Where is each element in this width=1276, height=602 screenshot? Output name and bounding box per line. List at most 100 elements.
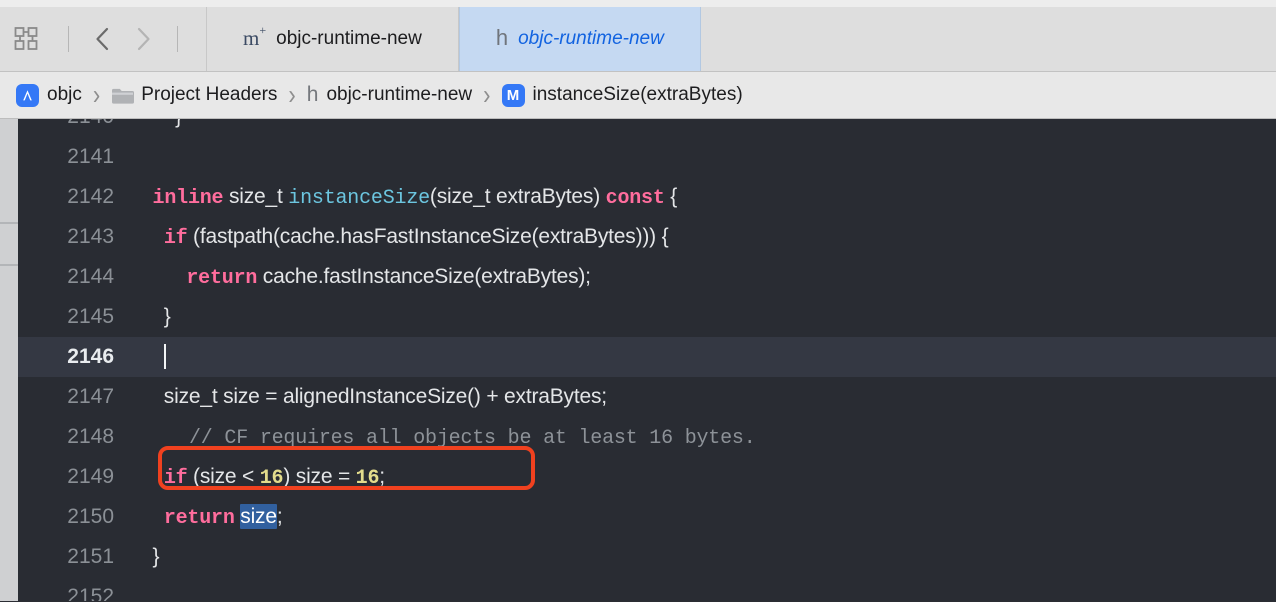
code-token-kw: if [163,226,188,250]
code-line[interactable]: 2141 [18,137,1276,177]
tab-objc-runtime-new-h[interactable]: h objc-runtime-new [458,0,701,71]
toolbar-divider-left [68,25,69,52]
breadcrumb-item-folder[interactable]: Project Headers [111,84,277,106]
line-number: 2150 [67,505,114,528]
line-number: 2147 [67,385,114,408]
code-token-kw: const [605,186,665,210]
code-line[interactable]: 2144 return cache.fastInstanceSize(extra… [18,257,1276,297]
rail-tick [0,222,18,224]
line-number: 2149 [67,465,114,488]
header-file-icon: h [495,24,509,50]
line-number: 2146 [67,345,114,368]
breadcrumb-item-symbol[interactable]: M instanceSize(extraBytes) [501,83,743,107]
editor-left-rail[interactable] [0,119,18,601]
code-token-kw: inline [152,186,224,210]
code-text[interactable] [130,343,1276,370]
tab-objc-runtime-new-mm[interactable]: m+ objc-runtime-new [206,0,459,71]
header-file-icon: h [306,83,319,106]
code-text[interactable]: } [130,305,1276,329]
code-text[interactable]: size_t size = alignedInstanceSize() + ex… [130,385,1276,409]
xcode-project-icon [16,83,39,107]
breadcrumb-separator-icon: › [483,78,491,110]
code-line[interactable]: 2143 if (fastpath(cache.hasFastInstanceS… [18,217,1276,257]
code-token-plain: } [130,545,160,568]
code-token-plain: ) size = [283,464,356,488]
line-number: 2144 [67,265,114,288]
code-content[interactable]: 2140 } 2141 2142 inline size_t instanceSiz… [18,119,1276,601]
tab-label: objc-runtime-new [518,27,664,49]
code-text[interactable]: inline size_t instanceSize(size_t extraB… [130,185,1276,210]
line-number: 2140 [18,119,130,129]
navigate-forward-button[interactable] [130,24,156,54]
related-items-icon[interactable] [14,26,40,52]
line-number: 2141 [67,145,114,168]
objc-mm-file-icon: m+ [243,24,266,50]
code-text[interactable]: if (fastpath(cache.hasFastInstanceSize(e… [130,225,1276,250]
code-token-sel: size [240,503,277,529]
navigate-back-button[interactable] [90,24,116,54]
code-line[interactable]: 2145 } [18,297,1276,337]
tab-label: objc-runtime-new [276,27,422,49]
code-token-plain: (size_t extraBytes) [429,184,606,208]
code-line[interactable]: 2140 } [18,119,1276,137]
tab-bar: m+ objc-runtime-new h objc-runtime-new [0,0,1276,72]
code-line[interactable]: 2151 } [18,537,1276,577]
code-text[interactable]: } [130,545,1276,569]
code-text[interactable]: return size; [130,503,1276,530]
method-symbol-icon: M [501,83,525,107]
code-text[interactable]: // CF requires all objects be at least 1… [130,425,1276,450]
breadcrumb-label: objc-runtime-new [326,84,473,105]
code-text[interactable]: return cache.fastInstanceSize(extraBytes… [130,265,1276,290]
breadcrumb-separator-icon: › [92,78,101,110]
code-token-cmt: // CF requires all objects be at least 1… [130,426,756,450]
editor-tabs: m+ objc-runtime-new h objc-runtime-new [206,0,701,71]
code-token-plain: size_t [223,184,289,208]
breadcrumb-item-project[interactable]: objc [16,83,82,107]
code-token-plain: } [130,305,171,328]
code-token-plain: ; [379,464,385,488]
navigation-cluster [0,0,192,71]
folder-icon [111,86,135,104]
breadcrumb-label: Project Headers [141,84,278,105]
code-line[interactable]: 2152 [18,577,1276,601]
breadcrumb-item-file[interactable]: h objc-runtime-new [307,83,472,107]
file-icon-glyph: m [243,25,260,50]
breadcrumb: objc › Project Headers › h objc-runtime-… [0,72,1276,119]
code-token-plain: (fastpath(cache.hasFastInstanceSize(extr… [187,224,669,248]
breadcrumb-separator-icon: › [288,78,296,110]
code-token-plain: { [664,184,678,208]
code-token-plain: size_t size = alignedInstanceSize() + ex… [130,385,607,408]
line-number: 2142 [67,185,114,208]
code-token-kw: if [163,466,188,490]
code-line[interactable]: 2148 // CF requires all objects be at le… [18,417,1276,457]
breadcrumb-label: objc [47,84,82,105]
code-token-plain: ; [276,504,283,528]
rail-tick [0,264,18,266]
line-number: 2152 [67,585,114,601]
code-text[interactable]: if (size < 16) size = 16; [130,465,1276,490]
source-editor[interactable]: 2140 } 2141 2142 inline size_t instanceSiz… [0,119,1276,601]
line-number: 2145 [67,305,114,328]
code-token-fn: instanceSize [288,186,430,210]
line-number: 2148 [67,425,114,448]
code-text[interactable]: } [130,119,1276,129]
code-token-plain: } [130,119,182,128]
code-line[interactable]: 2142 inline size_t instanceSize(size_t e… [18,177,1276,217]
code-token-num: 16 [259,466,284,490]
code-line[interactable]: 2149 if (size < 16) size = 16; [18,457,1276,497]
code-lines: 2140 } 2141 2142 inline size_t instanceSiz… [18,119,1276,601]
breadcrumb-label: instanceSize(extraBytes) [532,84,743,105]
code-token-plain: (size < [187,464,260,488]
code-token-kw: return [186,266,258,290]
toolbar-divider-right [177,25,178,52]
text-cursor [163,343,166,369]
code-line[interactable]: 2146 [18,337,1276,377]
code-token-plain: cache.fastInstanceSize(extraBytes); [257,264,591,288]
xcode-editor-window: m+ objc-runtime-new h objc-runtime-new o… [0,0,1276,602]
code-line[interactable]: 2147 size_t size = alignedInstanceSize()… [18,377,1276,417]
file-icon-superscript: + [259,22,267,37]
code-line[interactable]: 2150 return size; [18,497,1276,537]
